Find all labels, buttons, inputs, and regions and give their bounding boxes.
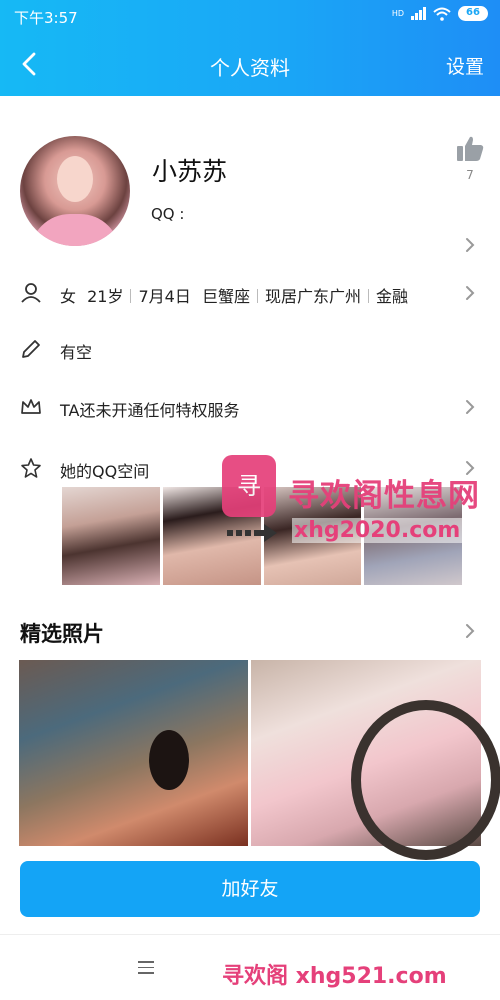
privilege-row[interactable]: TA还未开通任何特权服务	[0, 387, 500, 427]
status-icons: HD 66	[392, 6, 488, 21]
featured-chevron-right-icon[interactable]	[465, 623, 475, 639]
signal-icon	[411, 7, 426, 20]
info-chevron-right-icon	[466, 286, 475, 300]
featured-photos	[19, 660, 500, 860]
page-title: 个人资料	[210, 56, 290, 80]
privilege-text: TA还未开通任何特权服务	[60, 401, 240, 420]
qq-number-label: QQ :	[151, 205, 185, 223]
qzone-photo[interactable]	[62, 487, 160, 585]
thumbs-up-icon	[457, 136, 484, 161]
header: 个人资料 设置	[0, 38, 500, 92]
zodiac: 巨蟹座	[201, 287, 250, 306]
basic-info-text: 女 21岁 7月4日 巨蟹座 现居广东广州 金融	[60, 283, 408, 307]
star-icon	[21, 458, 41, 478]
like-count: 7	[466, 168, 474, 182]
settings-button[interactable]: 设置	[446, 52, 484, 79]
like-button[interactable]: 7	[456, 136, 484, 182]
add-friend-button[interactable]: 加好友	[20, 861, 480, 917]
watermark-logo: 寻	[222, 455, 276, 517]
crown-icon	[21, 399, 41, 414]
location: 现居广东广州	[264, 287, 361, 306]
top-bar: 下午3:57 HD 66 个人资料 设置	[0, 0, 500, 96]
watermark-site-name: 寻欢阁性息网	[288, 478, 480, 514]
profile-name: 小苏苏	[152, 157, 228, 186]
birthday: 7月4日	[138, 287, 191, 306]
network-type-label: HD	[391, 8, 404, 18]
privilege-chevron-right-icon	[466, 400, 475, 414]
avatar-face	[57, 156, 93, 202]
watermark-bottom: 寻欢阁 xhg521.com	[222, 964, 447, 989]
industry: 金融	[375, 287, 408, 306]
menu-icon[interactable]	[138, 961, 154, 975]
featured-photo[interactable]	[19, 660, 248, 846]
avatar[interactable]	[20, 136, 130, 246]
watermark-arrow-icon	[227, 524, 277, 542]
age: 21岁	[87, 287, 124, 306]
status-bar: 下午3:57 HD 66	[0, 0, 500, 34]
featured-photos-title: 精选照片	[20, 622, 104, 646]
status-text: 有空	[60, 343, 93, 362]
watermark-url: xhg2020.com	[292, 518, 463, 543]
status-row: 有空	[0, 329, 500, 369]
pencil-icon	[22, 340, 40, 358]
qzone-label: 她的QQ空间	[60, 462, 150, 481]
avatar-dress	[30, 214, 120, 246]
battery-icon: 66	[458, 6, 488, 21]
profile-chevron-right-icon[interactable]	[465, 237, 475, 253]
featured-photo[interactable]	[251, 660, 500, 860]
status-time: 下午3:57	[14, 9, 78, 27]
basic-info-row[interactable]: 女 21岁 7月4日 巨蟹座 现居广东广州 金融	[0, 273, 500, 313]
gender: 女	[60, 287, 77, 306]
person-icon	[21, 283, 41, 303]
wifi-icon	[433, 7, 451, 21]
